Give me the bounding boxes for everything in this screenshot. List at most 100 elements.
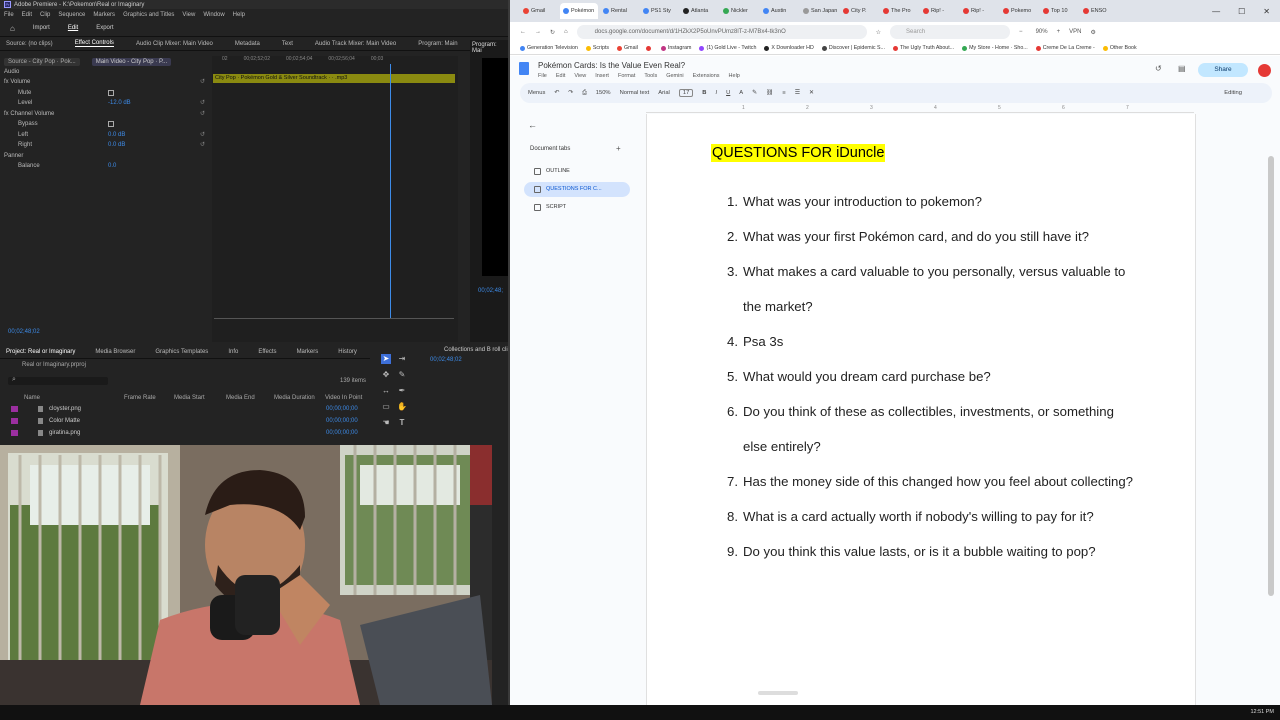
bookmark-item[interactable]: Creme De La Creme - <box>1035 45 1095 51</box>
menu-clip[interactable]: Clip <box>40 12 50 18</box>
col-media-start[interactable]: Media Start <box>174 395 205 401</box>
share-button[interactable]: Share <box>1198 63 1248 77</box>
doc-menu-gemini[interactable]: Gemini <box>666 73 683 79</box>
prop-panner[interactable]: Panner <box>0 151 210 162</box>
menus-search[interactable]: Menus <box>528 90 545 96</box>
browser-tab[interactable]: City P. <box>840 3 878 19</box>
doc-menu-file[interactable]: File <box>538 73 547 79</box>
tab-history[interactable]: History <box>338 349 357 355</box>
doc-menu-view[interactable]: View <box>574 73 586 79</box>
menu-markers[interactable]: Markers <box>93 12 115 18</box>
print-icon[interactable]: ⎙ <box>582 90 587 97</box>
reset-icon[interactable]: ↺ <box>200 98 205 109</box>
sequence-clip-pill[interactable]: Main Video - City Pop · P... <box>91 58 172 66</box>
question-item[interactable]: 4. Psa 3s <box>727 324 1137 359</box>
list-icon[interactable]: ☰ <box>795 90 800 96</box>
bookmark-item[interactable]: Discover | Epidemic S... <box>821 45 885 51</box>
url-field[interactable]: docs.google.com/document/d/1HZkX2P5oUnvP… <box>576 25 867 39</box>
tab-metadata[interactable]: Metadata <box>235 41 260 47</box>
tab-program[interactable]: Program: Main <box>418 41 457 47</box>
font-size-field[interactable]: 17 <box>678 89 694 97</box>
highlight-icon[interactable]: ✎ <box>752 90 757 96</box>
page-scroll-indicator[interactable] <box>758 691 798 695</box>
type-tool-icon[interactable]: T <box>397 418 407 428</box>
back-icon[interactable]: ← <box>520 29 526 35</box>
menu-edit[interactable]: Edit <box>22 12 32 18</box>
vertical-scrollbar[interactable] <box>1268 116 1274 696</box>
question-item[interactable]: 6. Do you think of these as collectibles,… <box>727 394 1137 464</box>
bookmark-item[interactable]: The Ugly Truth About... <box>892 45 954 51</box>
level-value[interactable]: -12.0 dB <box>108 98 131 109</box>
workspace-edit[interactable]: Edit <box>68 25 78 31</box>
hand-icon[interactable]: ☚ <box>381 418 391 428</box>
settings-icon[interactable]: ⚙ <box>1090 29 1095 36</box>
menu-file[interactable]: File <box>4 12 14 18</box>
vpn-badge[interactable]: VPN <box>1069 29 1081 35</box>
pen-tool-icon[interactable]: ✒ <box>397 386 407 396</box>
browser-tab[interactable]: Rip! - <box>920 3 958 19</box>
question-item[interactable]: 5. What would you dream card purchase be? <box>727 359 1137 394</box>
doc-menu-edit[interactable]: Edit <box>556 73 565 79</box>
tab-source[interactable]: Source: (no clips) <box>6 41 53 47</box>
mute-checkbox[interactable] <box>108 89 114 96</box>
prop-mute[interactable]: Mute <box>0 88 210 99</box>
forward-icon[interactable]: → <box>535 29 541 35</box>
doc-title[interactable]: Pokémon Cards: Is the Value Even Real? <box>538 61 685 70</box>
reload-icon[interactable]: ↻ <box>550 29 555 36</box>
project-row[interactable]: giratina.png 00;00;00;00 <box>0 428 370 439</box>
prop-bypass[interactable]: Bypass <box>0 119 210 130</box>
doc-menu-help[interactable]: Help <box>729 73 740 79</box>
tab-audio-track-mixer[interactable]: Audio Track Mixer: Main Video <box>315 41 396 47</box>
bookmark-item[interactable]: Generation Television <box>520 45 578 51</box>
clear-format-icon[interactable]: ✕ <box>809 90 814 96</box>
minimize-icon[interactable]: — <box>1212 7 1220 16</box>
selection-tool-icon[interactable]: ➤ <box>381 354 391 364</box>
reset-icon[interactable]: ↺ <box>200 140 205 151</box>
menu-window[interactable]: Window <box>203 12 224 18</box>
workspace-import[interactable]: Import <box>33 25 50 31</box>
doc-heading[interactable]: QUESTIONS FOR iDuncle <box>711 144 886 162</box>
add-tab-icon[interactable]: + <box>616 144 621 153</box>
italic-icon[interactable]: I <box>715 90 717 96</box>
doc-menu-insert[interactable]: Insert <box>595 73 609 79</box>
prop-channel-volume[interactable]: fx Channel Volume ↺ <box>0 109 210 120</box>
doc-tab-outline[interactable]: OUTLINE <box>524 164 630 179</box>
zoom-out-icon[interactable]: − <box>1019 29 1023 35</box>
bookmark-item[interactable] <box>645 45 653 51</box>
slip-tool-icon[interactable]: ↔ <box>381 386 391 396</box>
prop-level[interactable]: Level -12.0 dB ↺ <box>0 98 210 109</box>
history-icon[interactable]: ↺ <box>1155 64 1162 73</box>
effect-timeline[interactable]: 02 00;02;52;02 00;02;54;04 00;02;56;04 0… <box>212 56 458 342</box>
horizontal-ruler[interactable]: 1 2 3 4 5 6 7 <box>646 105 1194 113</box>
browser-tab[interactable]: San Japan <box>800 3 838 19</box>
bookmark-item[interactable]: My Store - Home · Sho... <box>962 45 1028 51</box>
menu-help[interactable]: Help <box>233 12 245 18</box>
align-icon[interactable]: ≡ <box>782 90 785 96</box>
col-media-duration[interactable]: Media Duration <box>274 395 315 401</box>
browser-tab[interactable]: The Pro <box>880 3 918 19</box>
bookmark-item[interactable]: Instagram <box>660 45 691 51</box>
tab-audio-clip-mixer[interactable]: Audio Clip Mixer: Main Video <box>136 41 213 47</box>
scrollbar-thumb[interactable] <box>1268 156 1274 596</box>
bold-icon[interactable]: B <box>702 90 706 96</box>
question-item[interactable]: 2. What was your first Pokémon card, and … <box>727 219 1137 254</box>
project-row[interactable]: cloyster.png 00;00;00;00 <box>0 404 370 415</box>
bookmark-item[interactable]: (1) Gold Live - Twitch <box>699 45 756 51</box>
menu-graphics[interactable]: Graphics and Titles <box>123 12 174 18</box>
hand-tool-icon[interactable]: ✋ <box>397 402 407 412</box>
question-item[interactable]: 9. Do you think this value lasts, or is i… <box>727 534 1137 569</box>
doc-tab-script[interactable]: SCRIPT <box>524 200 630 215</box>
sequence-label[interactable]: Collections and B roll clips <box>418 345 508 355</box>
balance-value[interactable]: 0.0 <box>108 161 116 172</box>
timeline-ruler[interactable]: 02 00;02;52;02 00;02;54;04 00;02;56;04 0… <box>212 56 458 65</box>
reset-icon[interactable]: ↺ <box>200 130 205 141</box>
col-name[interactable]: Name <box>24 395 40 401</box>
avatar[interactable] <box>1258 64 1271 77</box>
playhead[interactable] <box>390 64 391 318</box>
left-value[interactable]: 0.0 dB <box>108 130 125 141</box>
col-video-in[interactable]: Video In Point <box>325 395 362 401</box>
bookmark-item[interactable]: Scripts <box>585 45 609 51</box>
prop-balance[interactable]: Balance 0.0 <box>0 161 210 172</box>
prop-volume[interactable]: fx Volume ↺ <box>0 77 210 88</box>
question-item[interactable]: 3. What makes a card valuable to you pers… <box>727 254 1137 324</box>
